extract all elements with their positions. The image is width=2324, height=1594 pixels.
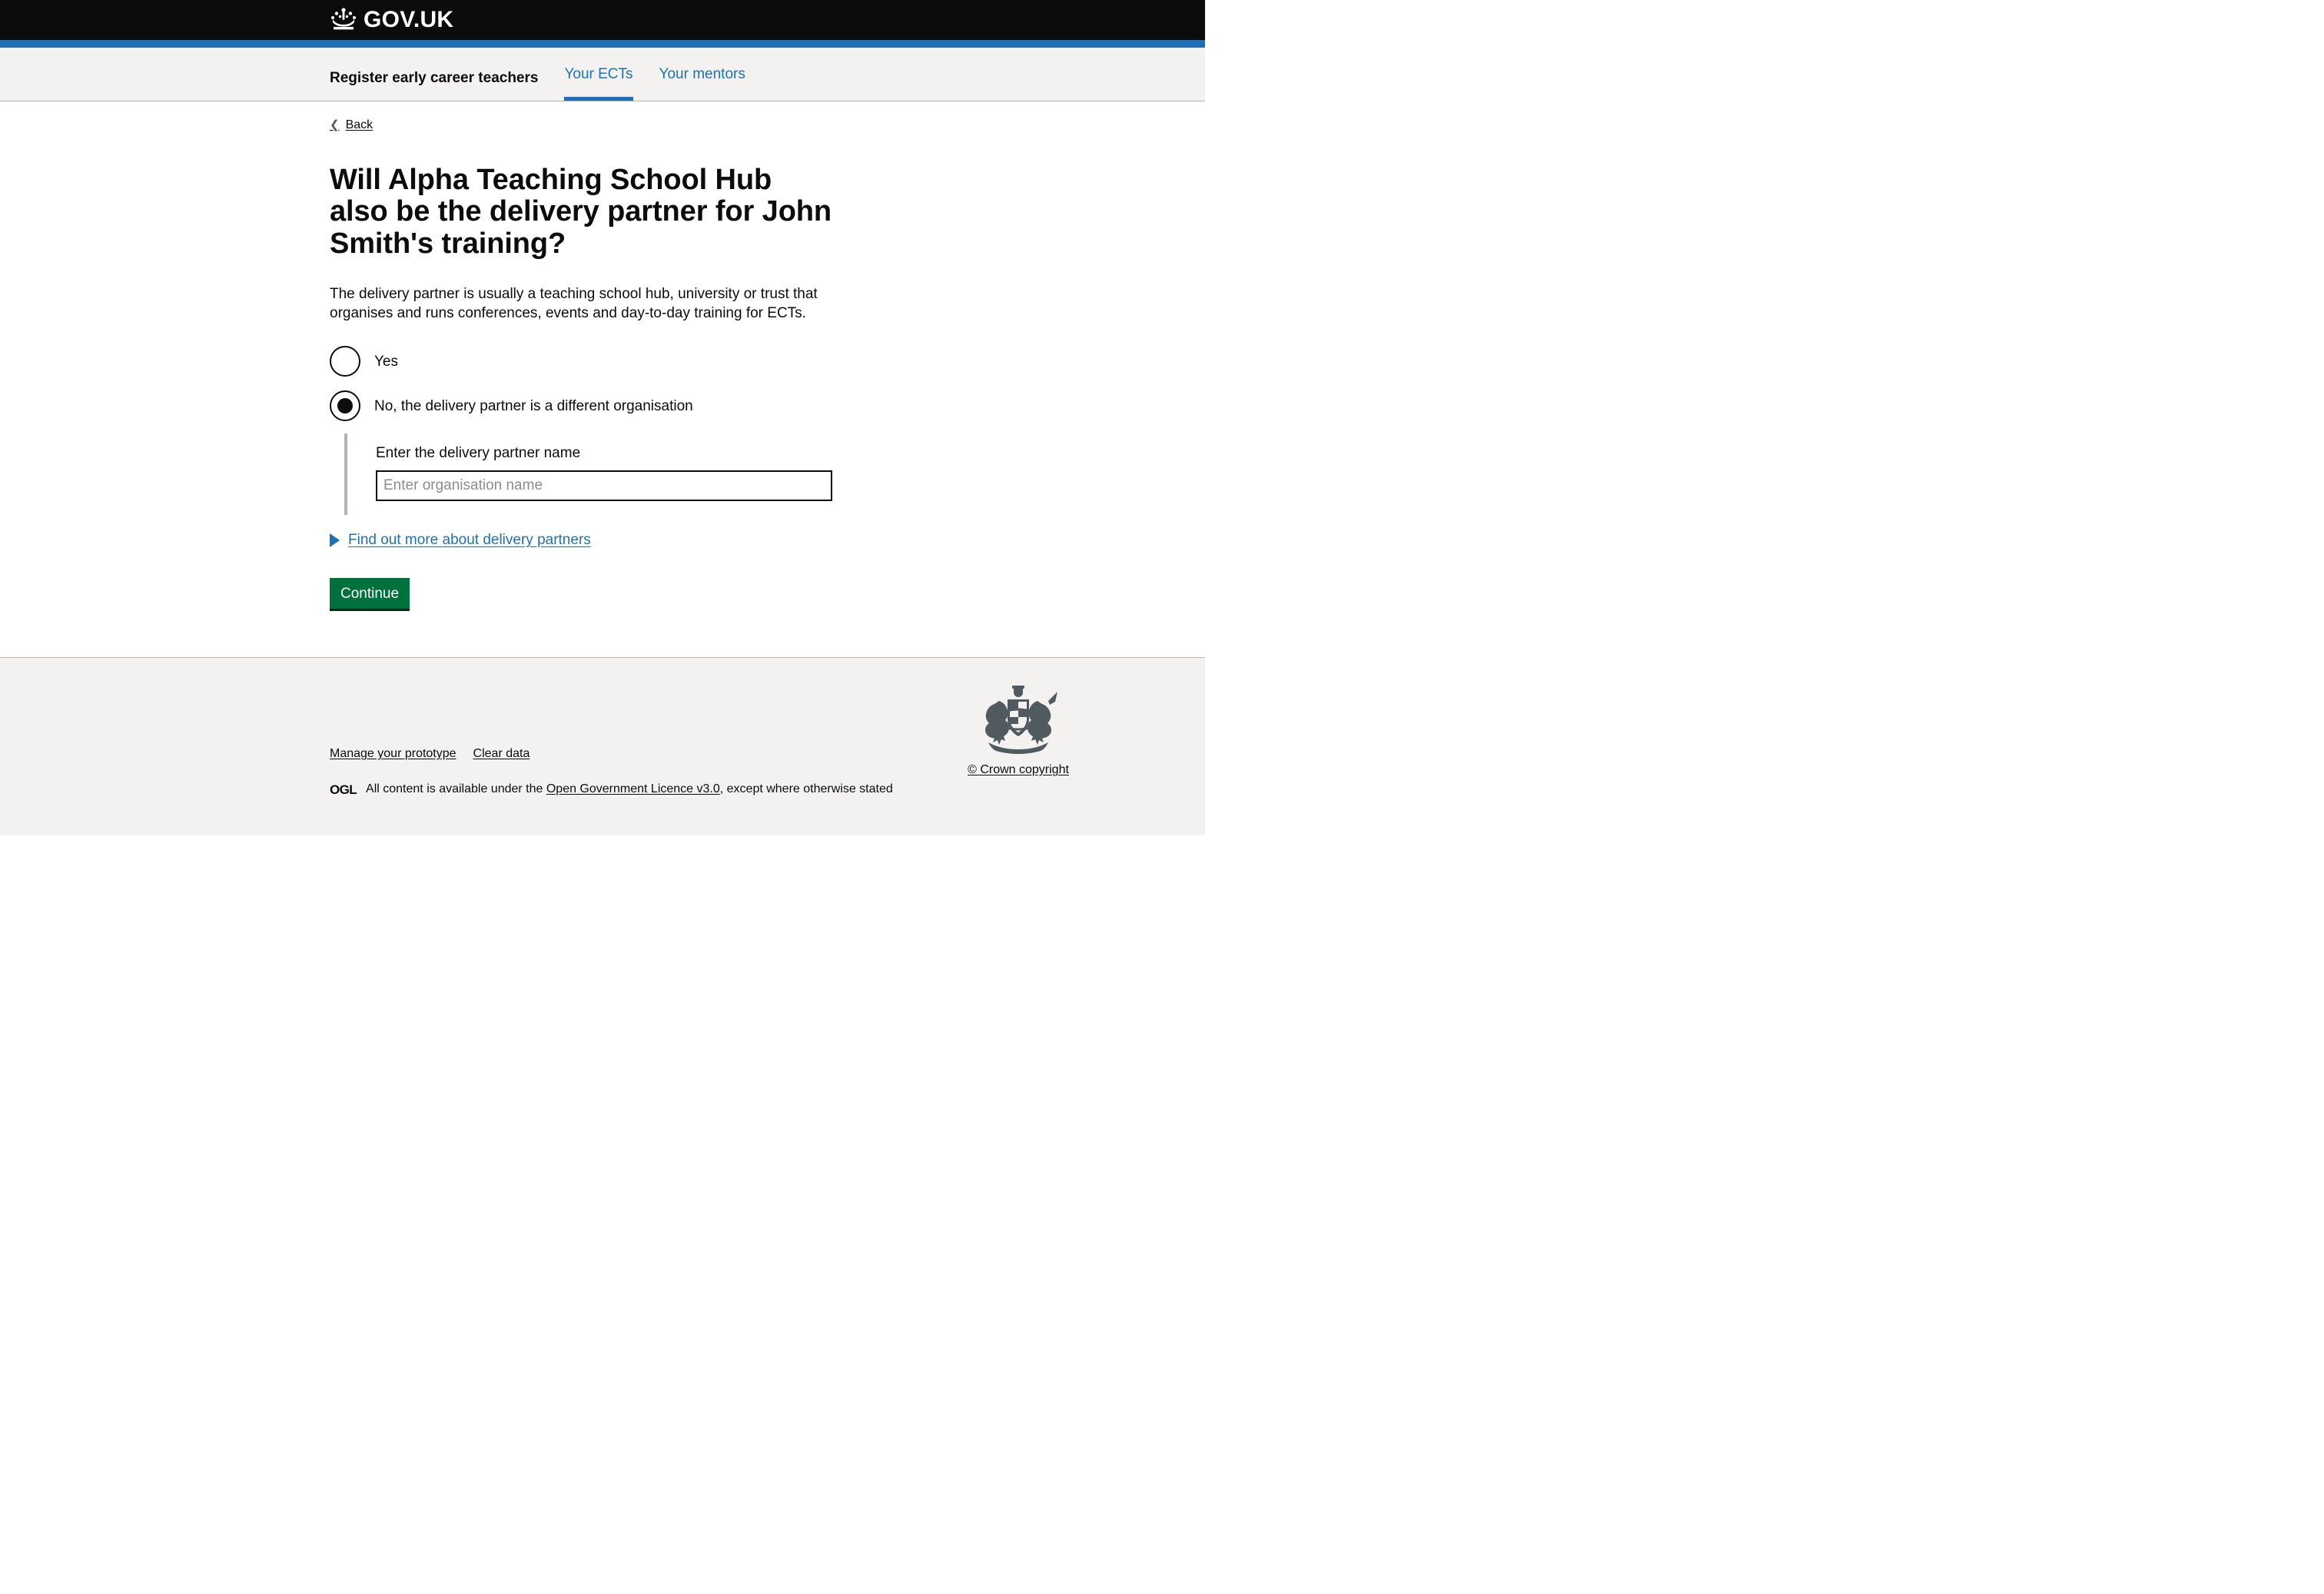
details-summary-label[interactable]: Find out more about delivery partners — [348, 532, 591, 549]
back-link-label: Back — [345, 118, 374, 131]
page-inner: ❮ Back Will Alpha Teaching School Hub al… — [110, 101, 1095, 657]
header-inner: GOV.UK — [110, 6, 1095, 35]
radio-label-no[interactable]: No, the delivery partner is a different … — [374, 397, 693, 416]
govuk-logo-link[interactable]: GOV.UK — [330, 6, 453, 35]
service-navigation-inner: Register early career teachers Your ECTs… — [110, 48, 1095, 101]
ogl-logo-icon: OGL — [330, 782, 357, 797]
details-disclosure[interactable]: Find out more about delivery partners — [330, 532, 591, 549]
continue-button[interactable]: Continue — [330, 578, 410, 611]
hint-text: The delivery partner is usually a teachi… — [330, 286, 818, 322]
royal-coat-of-arms-icon — [968, 681, 1068, 759]
licence-text: All content is available under the Open … — [366, 781, 893, 798]
page-footer: Manage your prototype Clear data OGL All… — [0, 656, 1205, 835]
nav-item-your-mentors[interactable]: Your mentors — [659, 66, 745, 101]
licence-prefix: All content is available under the — [366, 782, 546, 795]
crown-copyright-link[interactable]: © Crown copyright — [968, 763, 1069, 777]
crown-copyright-block: © Crown copyright — [941, 681, 1095, 777]
back-link[interactable]: ❮ Back — [330, 118, 373, 132]
radio-group: Yes No, the delivery partner is a differ… — [330, 344, 1095, 516]
footer-licence: OGL All content is available under the O… — [330, 781, 1095, 798]
radio-label-yes[interactable]: Yes — [374, 353, 398, 371]
radio-input-yes[interactable] — [330, 346, 360, 377]
delivery-partner-name-input[interactable] — [376, 470, 832, 502]
footer-link-manage-prototype[interactable]: Manage your prototype — [330, 747, 456, 761]
service-navigation: Register early career teachers Your ECTs… — [0, 48, 1205, 101]
service-name: Register early career teachers — [330, 70, 539, 87]
triangle-right-icon — [330, 533, 340, 548]
govuk-wordmark: GOV.UK — [364, 7, 454, 32]
govuk-header: GOV.UK — [0, 0, 1205, 40]
footer-link-clear-data[interactable]: Clear data — [473, 747, 530, 761]
delivery-partner-name-label: Enter the delivery partner name — [376, 445, 581, 462]
licence-suffix: , except where otherwise stated — [719, 782, 893, 795]
nav-item-your-ects[interactable]: Your ECTs — [564, 66, 633, 101]
radio-input-no[interactable] — [330, 390, 360, 422]
conditional-reveal-panel: Enter the delivery partner name — [344, 433, 1095, 516]
footer-inner: Manage your prototype Clear data OGL All… — [110, 658, 1095, 835]
radio-option-no[interactable]: No, the delivery partner is a different … — [330, 389, 1095, 423]
open-government-licence-link[interactable]: Open Government Licence v3.0 — [546, 782, 720, 795]
radio-option-yes[interactable]: Yes — [330, 344, 1095, 378]
chevron-left-icon: ❮ — [330, 118, 340, 131]
blue-accent-bar — [0, 40, 1205, 48]
page-content: ❮ Back Will Alpha Teaching School Hub al… — [0, 101, 1205, 657]
page-title: Will Alpha Teaching School Hub also be t… — [330, 164, 832, 260]
crown-icon — [330, 6, 357, 35]
